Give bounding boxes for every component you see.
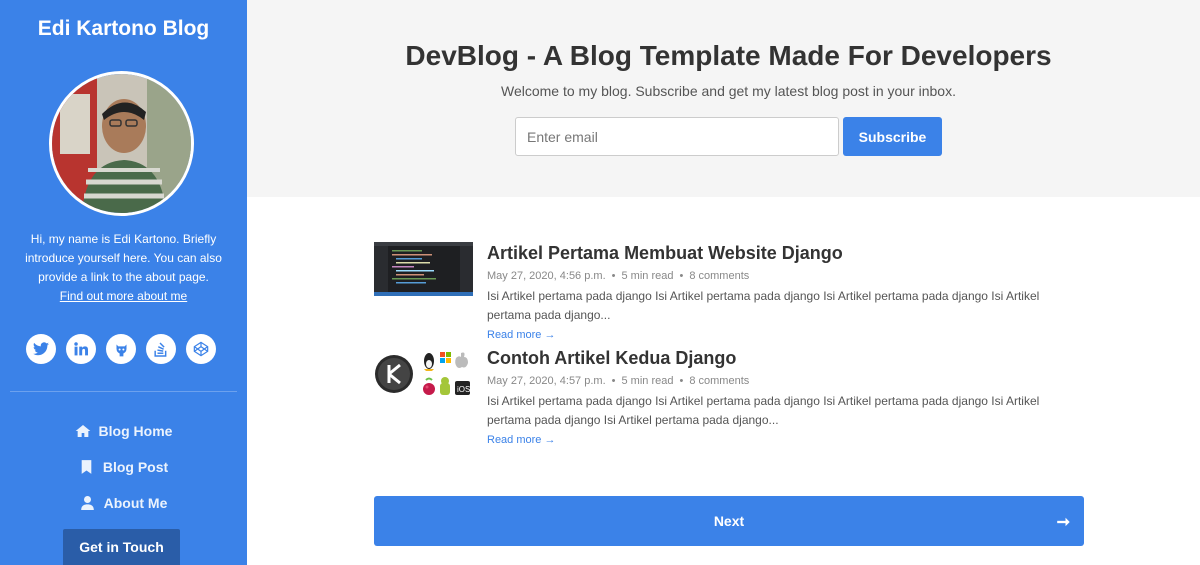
post-thumbnail[interactable]: iOS <box>374 347 473 401</box>
post-title[interactable]: Artikel Pertama Membuat Website Django <box>487 242 1084 264</box>
post-read-time: 5 min read <box>621 375 674 387</box>
avatar <box>49 71 194 216</box>
post-date: May 27, 2020, 4:57 p.m. <box>487 375 606 387</box>
hero-section: DevBlog - A Blog Template Made For Devel… <box>247 0 1200 197</box>
post-read-time: 5 min read <box>621 270 674 282</box>
sidebar: Edi Kartono Blog Hi, my name is Edi Kart… <box>0 0 247 565</box>
post-thumbnail[interactable] <box>374 242 473 296</box>
user-icon <box>80 495 96 511</box>
read-more-link[interactable]: Read more → <box>487 329 555 341</box>
post-excerpt: Isi Artikel pertama pada django Isi Arti… <box>487 394 1040 427</box>
nav-label: Blog Home <box>98 423 173 439</box>
social-links <box>26 334 216 364</box>
post-comments[interactable]: 8 comments <box>689 375 749 387</box>
bio-text: Hi, my name is Edi Kartono. Briefly intr… <box>25 232 222 284</box>
post-excerpt: Isi Artikel pertama pada django Isi Arti… <box>487 289 1040 322</box>
page-title: DevBlog - A Blog Template Made For Devel… <box>405 40 1052 71</box>
post-title[interactable]: Contoh Artikel Kedua Django <box>487 347 1084 369</box>
github-icon[interactable] <box>106 334 136 364</box>
post-meta: May 27, 2020, 4:56 p.m. • 5 min read • 8 com… <box>487 270 750 282</box>
bio: Hi, my name is Edi Kartono. Briefly intr… <box>10 230 237 306</box>
next-page-button[interactable]: Next ➞ <box>374 496 1084 546</box>
read-more-link[interactable]: Read more → <box>487 434 555 446</box>
subscribe-button[interactable]: Subscribe <box>843 117 942 156</box>
arrow-right-icon: ➞ <box>1056 514 1070 531</box>
bookmark-icon <box>79 459 95 475</box>
next-label: Next <box>713 513 745 529</box>
linkedin-icon[interactable] <box>66 334 96 364</box>
site-title[interactable]: Edi Kartono Blog <box>0 17 247 41</box>
codepen-icon[interactable] <box>186 334 216 364</box>
post-body: Artikel Pertama Membuat Website Django M… <box>487 242 1084 343</box>
twitter-icon[interactable] <box>26 334 56 364</box>
nav-label: Blog Post <box>102 459 169 475</box>
nav-label: About Me <box>103 495 168 511</box>
post-date: May 27, 2020, 4:56 p.m. <box>487 270 606 282</box>
hero-subtitle: Welcome to my blog. Subscribe and get my… <box>501 83 956 99</box>
email-field[interactable] <box>515 117 839 156</box>
post-item: iOS Contoh Artikel Kedua Django May 27, … <box>374 347 1084 447</box>
nav-blog-home[interactable]: Blog Home <box>0 413 247 449</box>
post-item: Artikel Pertama Membuat Website Django M… <box>374 242 1084 342</box>
svg-text:iOS: iOS <box>457 385 470 394</box>
post-body: Contoh Artikel Kedua Django May 27, 2020… <box>487 347 1084 448</box>
about-link[interactable]: Find out more about me <box>60 287 187 306</box>
get-in-touch-button[interactable]: Get in Touch <box>63 529 180 565</box>
post-comments[interactable]: 8 comments <box>689 270 749 282</box>
stack-overflow-icon[interactable] <box>146 334 176 364</box>
post-meta: May 27, 2020, 4:57 p.m. • 5 min read • 8 com… <box>487 375 750 387</box>
nav-blog-post[interactable]: Blog Post <box>0 449 247 485</box>
home-icon <box>75 423 91 439</box>
sidebar-divider <box>10 391 237 392</box>
nav-about-me[interactable]: About Me <box>0 485 247 521</box>
sidebar-nav: Blog Home Blog Post About Me <box>0 413 247 521</box>
